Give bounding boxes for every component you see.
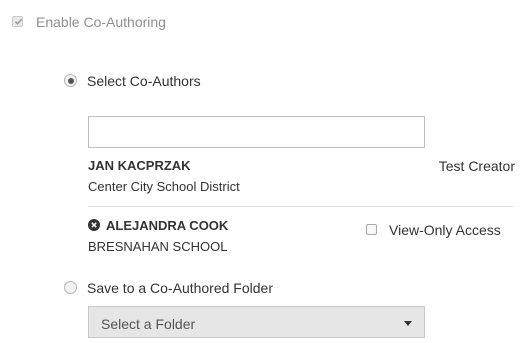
author-divider (88, 206, 513, 207)
caret-down-icon (404, 321, 412, 326)
enable-coauthoring-row[interactable]: Enable Co-Authoring (12, 13, 252, 31)
coauthor-search-input[interactable] (88, 116, 425, 148)
author-organization: Center City School District (88, 179, 240, 194)
view-only-access-checkbox[interactable] (366, 224, 377, 235)
author-name: ALEJANDRA COOK (106, 218, 229, 233)
remove-author-button[interactable] (88, 219, 100, 231)
select-coauthors-label: Select Co-Authors (87, 73, 201, 89)
author-role: Test Creator (438, 158, 515, 174)
author-name: JAN KACPRZAK (88, 158, 191, 173)
author-organization: BRESNAHAN SCHOOL (88, 239, 228, 254)
radio-selected-dot (67, 77, 74, 84)
check-icon (14, 18, 23, 25)
folder-select-value: Select a Folder (101, 316, 196, 332)
save-folder-label: Save to a Co-Authored Folder (87, 280, 273, 296)
view-only-access-option[interactable]: View-Only Access (366, 221, 516, 239)
enable-coauthoring-checkbox[interactable] (12, 16, 23, 27)
folder-select[interactable]: Select a Folder (88, 306, 425, 338)
select-coauthors-radio[interactable] (64, 74, 77, 87)
save-folder-radio[interactable] (64, 281, 77, 294)
view-only-access-label: View-Only Access (389, 222, 501, 238)
close-circle-icon (88, 219, 100, 231)
enable-coauthoring-label: Enable Co-Authoring (36, 14, 166, 30)
save-folder-option[interactable]: Save to a Co-Authored Folder (64, 279, 324, 297)
select-coauthors-option[interactable]: Select Co-Authors (64, 72, 264, 90)
